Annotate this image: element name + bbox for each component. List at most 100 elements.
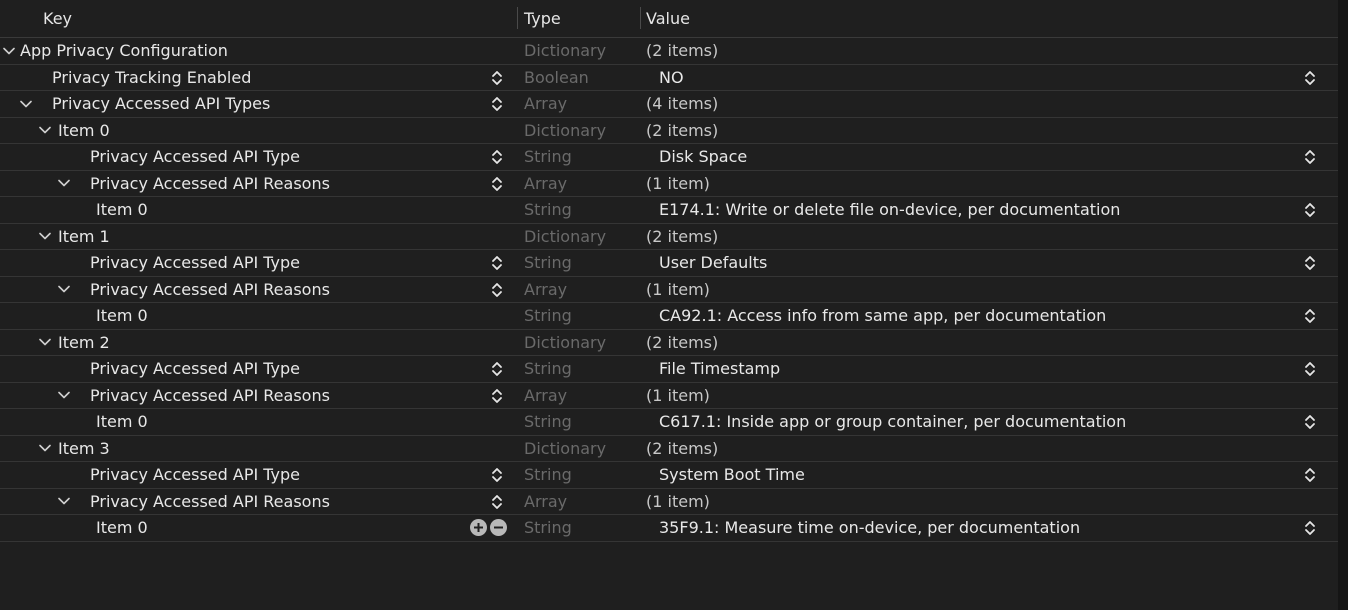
table-row[interactable]: Privacy Accessed API Type String Disk Spac… [0, 144, 1338, 171]
table-row[interactable]: Item 1 Dictionary (2 items) [0, 224, 1338, 250]
up-down-stepper-icon[interactable] [1303, 414, 1317, 430]
row-type[interactable]: String [524, 515, 572, 541]
up-down-stepper-icon[interactable] [490, 467, 504, 483]
table-row[interactable]: Item 2 Dictionary (2 items) [0, 330, 1338, 356]
chevron-down-icon[interactable] [1, 38, 17, 64]
up-down-stepper-icon[interactable] [1303, 202, 1317, 218]
row-type[interactable]: Dictionary [524, 436, 606, 462]
row-key[interactable]: App Privacy Configuration [20, 38, 228, 64]
up-down-stepper-icon[interactable] [490, 388, 504, 404]
minus-circle-icon[interactable] [490, 519, 507, 536]
row-value[interactable]: 35F9.1: Measure time on-device, per docu… [659, 515, 1080, 541]
row-key[interactable]: Item 1 [58, 224, 110, 250]
row-key[interactable]: Privacy Accessed API Reasons [90, 383, 330, 409]
column-divider[interactable] [517, 7, 518, 29]
table-row[interactable]: Privacy Accessed API Type String System Bo… [0, 462, 1338, 489]
row-type[interactable]: String [524, 250, 572, 276]
row-type[interactable]: Array [524, 91, 567, 117]
type-column-header[interactable]: Type [524, 0, 561, 37]
row-key[interactable]: Privacy Accessed API Type [90, 356, 300, 382]
row-key[interactable]: Privacy Tracking Enabled [52, 65, 251, 91]
chevron-down-icon[interactable] [37, 436, 53, 462]
row-value[interactable]: E174.1: Write or delete file on-device, … [659, 197, 1120, 223]
table-row[interactable]: Item 0 String 35F9.1: Measure time on-devi… [0, 515, 1338, 542]
row-key[interactable]: Privacy Accessed API Type [90, 144, 300, 170]
row-value[interactable]: NO [659, 65, 684, 91]
row-key[interactable]: Item 0 [96, 515, 148, 541]
up-down-stepper-icon[interactable] [1303, 149, 1317, 165]
row-key[interactable]: Privacy Accessed API Type [90, 462, 300, 488]
table-row[interactable]: Item 3 Dictionary (2 items) [0, 436, 1338, 462]
row-value[interactable]: CA92.1: Access info from same app, per d… [659, 303, 1106, 329]
vertical-scrollbar[interactable] [1338, 0, 1348, 610]
up-down-stepper-icon[interactable] [1303, 467, 1317, 483]
row-key[interactable]: Item 0 [96, 197, 148, 223]
chevron-down-icon[interactable] [56, 171, 72, 197]
row-type[interactable]: Dictionary [524, 330, 606, 356]
chevron-down-icon[interactable] [37, 118, 53, 144]
up-down-stepper-icon[interactable] [490, 255, 504, 271]
up-down-stepper-icon[interactable] [1303, 70, 1317, 86]
row-key[interactable]: Privacy Accessed API Type [90, 250, 300, 276]
up-down-stepper-icon[interactable] [490, 149, 504, 165]
table-row[interactable]: Item 0 Dictionary (2 items) [0, 118, 1338, 144]
plus-circle-icon[interactable] [470, 519, 487, 536]
row-type[interactable]: String [524, 409, 572, 435]
table-row[interactable]: Privacy Accessed API Reasons Array (1 item… [0, 383, 1338, 409]
row-type[interactable]: Dictionary [524, 38, 606, 64]
table-row[interactable]: Privacy Accessed API Type String User Defa… [0, 250, 1338, 277]
table-row[interactable]: Privacy Accessed API Reasons Array (1 item… [0, 489, 1338, 515]
row-type[interactable]: Array [524, 489, 567, 515]
row-key[interactable]: Privacy Accessed API Types [52, 91, 270, 117]
up-down-stepper-icon[interactable] [490, 361, 504, 377]
row-key[interactable]: Privacy Accessed API Reasons [90, 489, 330, 515]
up-down-stepper-icon[interactable] [490, 70, 504, 86]
row-value[interactable]: C617.1: Inside app or group container, p… [659, 409, 1126, 435]
table-row[interactable]: Privacy Accessed API Reasons Array (1 item… [0, 277, 1338, 303]
row-type[interactable]: String [524, 462, 572, 488]
table-row[interactable]: App Privacy Configuration Dictionary (2 it… [0, 38, 1338, 65]
row-value[interactable]: System Boot Time [659, 462, 805, 488]
row-key[interactable]: Privacy Accessed API Reasons [90, 277, 330, 303]
table-row[interactable]: Privacy Accessed API Reasons Array (1 item… [0, 171, 1338, 197]
up-down-stepper-icon[interactable] [1303, 361, 1317, 377]
row-type[interactable]: String [524, 197, 572, 223]
row-key[interactable]: Item 0 [96, 409, 148, 435]
row-key[interactable]: Item 2 [58, 330, 110, 356]
row-type[interactable]: String [524, 356, 572, 382]
table-row[interactable]: Item 0 String CA92.1: Access info from sam… [0, 303, 1338, 330]
up-down-stepper-icon[interactable] [490, 282, 504, 298]
up-down-stepper-icon[interactable] [1303, 255, 1317, 271]
row-value[interactable]: User Defaults [659, 250, 767, 276]
row-key[interactable]: Item 0 [96, 303, 148, 329]
table-row[interactable]: Privacy Accessed API Type String File Time… [0, 356, 1338, 383]
table-row[interactable]: Privacy Tracking Enabled Boolean NO [0, 65, 1338, 91]
up-down-stepper-icon[interactable] [490, 176, 504, 192]
table-row[interactable]: Privacy Accessed API Types Array (4 items) [0, 91, 1338, 118]
chevron-down-icon[interactable] [56, 383, 72, 409]
row-key[interactable]: Item 3 [58, 436, 110, 462]
up-down-stepper-icon[interactable] [1303, 520, 1317, 536]
row-type[interactable]: Boolean [524, 65, 589, 91]
table-row[interactable]: Item 0 String E174.1: Write or delete file… [0, 197, 1338, 224]
up-down-stepper-icon[interactable] [490, 494, 504, 510]
table-row[interactable]: Item 0 String C617.1: Inside app or group … [0, 409, 1338, 436]
column-divider[interactable] [640, 7, 641, 29]
row-type[interactable]: Dictionary [524, 118, 606, 144]
row-key[interactable]: Item 0 [58, 118, 110, 144]
row-key[interactable]: Privacy Accessed API Reasons [90, 171, 330, 197]
chevron-down-icon[interactable] [18, 91, 34, 117]
chevron-down-icon[interactable] [37, 224, 53, 250]
value-column-header[interactable]: Value [646, 0, 690, 37]
row-type[interactable]: Dictionary [524, 224, 606, 250]
row-type[interactable]: Array [524, 383, 567, 409]
row-type[interactable]: String [524, 303, 572, 329]
chevron-down-icon[interactable] [56, 489, 72, 515]
row-type[interactable]: Array [524, 277, 567, 303]
up-down-stepper-icon[interactable] [490, 96, 504, 112]
up-down-stepper-icon[interactable] [1303, 308, 1317, 324]
row-value[interactable]: Disk Space [659, 144, 747, 170]
row-type[interactable]: String [524, 144, 572, 170]
row-type[interactable]: Array [524, 171, 567, 197]
chevron-down-icon[interactable] [56, 277, 72, 303]
